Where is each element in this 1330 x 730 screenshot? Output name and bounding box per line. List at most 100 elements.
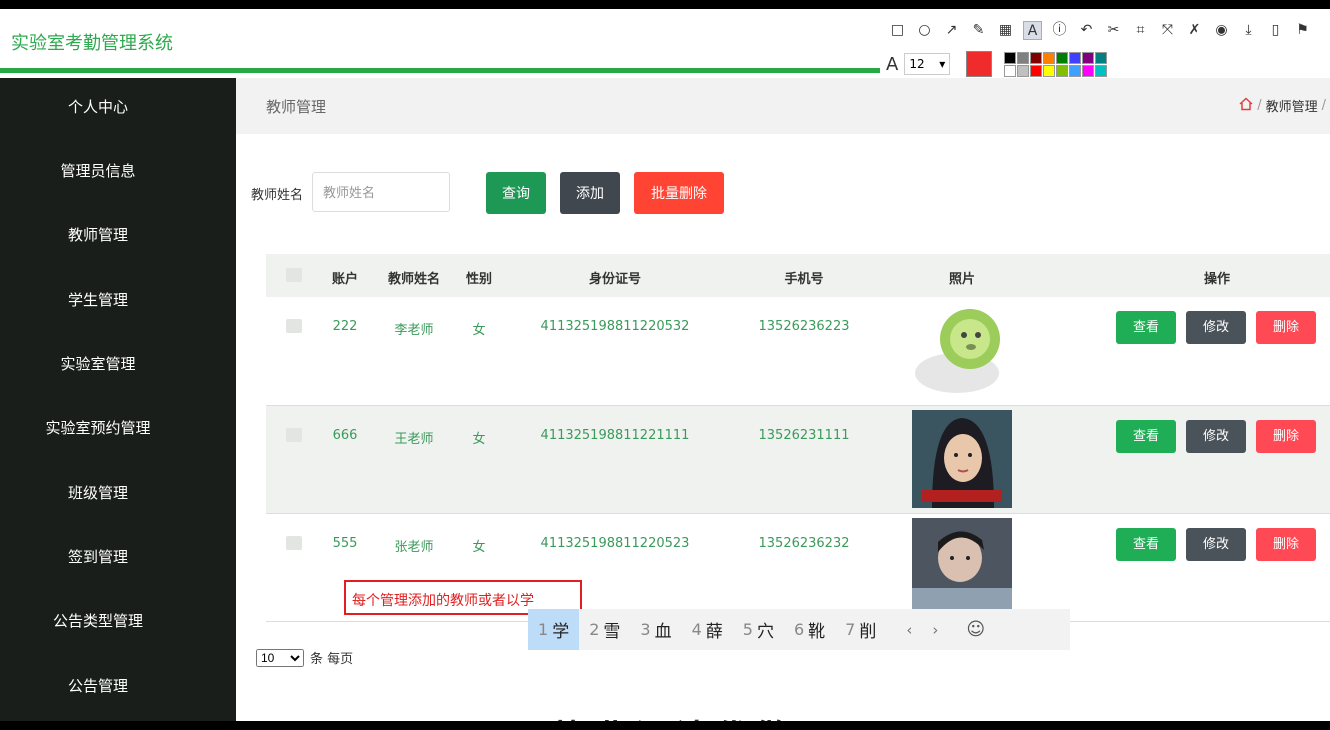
view-button[interactable]: 查看 <box>1116 528 1176 561</box>
color-swatch[interactable] <box>1004 51 1017 64</box>
ime-next-icon[interactable]: › <box>932 621 938 639</box>
row-checkbox[interactable] <box>286 536 302 550</box>
sidebar-item-teacher-management[interactable]: 教师管理 <box>0 224 196 245</box>
text-icon[interactable]: A <box>1023 21 1042 40</box>
select-all-checkbox[interactable] <box>286 268 302 282</box>
ime-candidate[interactable]: 1学 <box>528 609 580 650</box>
copy-icon[interactable]: ▯ <box>1266 21 1285 40</box>
color-swatch[interactable] <box>1017 64 1030 77</box>
ime-candidate[interactable]: 2雪 <box>579 609 630 650</box>
sidebar: 个人中心 管理员信息 教师管理 学生管理 实验室管理 实验室预约管理 班级管理 … <box>0 78 236 721</box>
delete-button[interactable]: 删除 <box>1256 420 1316 453</box>
add-button[interactable]: 添加 <box>560 172 620 214</box>
current-color-swatch[interactable] <box>966 51 993 77</box>
ime-candidate[interactable]: 7削 <box>835 609 886 650</box>
color-swatch[interactable] <box>1095 64 1108 77</box>
annotation-toolbar: □ ○ ↗ ✎ ▦ A ⓘ ↶ ✂ ⌗ ⤧ ✗ ◉ ⤓ ▯ ⚑ A 12 ▾ <box>880 17 1330 77</box>
query-button[interactable]: 查询 <box>486 172 546 214</box>
cell-gender: 女 <box>472 432 486 447</box>
emoji-icon[interactable]: ☺ <box>966 619 985 640</box>
cell-phone: 13526236223 <box>758 319 850 334</box>
rectangle-icon[interactable]: □ <box>888 21 907 40</box>
home-icon[interactable] <box>1239 96 1253 115</box>
color-swatch[interactable] <box>1056 51 1069 64</box>
column-account: 账户 <box>331 272 359 287</box>
bookmark-icon[interactable]: ⚑ <box>1293 21 1312 40</box>
sidebar-item-personal-center[interactable]: 个人中心 <box>0 96 196 117</box>
sidebar-item-class-management[interactable]: 班级管理 <box>0 482 196 503</box>
color-swatch[interactable] <box>1069 64 1082 77</box>
cell-gender: 女 <box>472 540 486 555</box>
edit-button[interactable]: 修改 <box>1186 311 1246 344</box>
cell-account: 222 <box>332 319 358 334</box>
sidebar-item-sign-in[interactable]: 签到管理 <box>0 546 196 567</box>
column-phone: 手机号 <box>784 272 824 287</box>
color-swatch[interactable] <box>1043 64 1056 77</box>
color-swatch[interactable] <box>1082 51 1095 64</box>
app-title: 实验室考勤管理系统 <box>11 33 173 54</box>
search-label: 教师姓名 <box>251 188 304 203</box>
breadcrumb: / 教师管理 / <box>1239 96 1326 115</box>
view-button[interactable]: 查看 <box>1116 311 1176 344</box>
color-swatch[interactable] <box>1056 64 1069 77</box>
delete-button[interactable]: 删除 <box>1256 311 1316 344</box>
sidebar-item-lab-reservation[interactable]: 实验室预约管理 <box>0 417 196 438</box>
teacher-photo <box>912 301 1012 399</box>
arrow-icon[interactable]: ↗ <box>942 21 961 40</box>
color-swatch[interactable] <box>1030 51 1043 64</box>
sidebar-item-lab-management[interactable]: 实验室管理 <box>0 353 196 374</box>
number-icon[interactable]: ⓘ <box>1050 21 1069 40</box>
row-checkbox[interactable] <box>286 319 302 333</box>
cell-phone: 13526231111 <box>758 428 850 443</box>
sidebar-item-notice-type[interactable]: 公告类型管理 <box>0 610 196 631</box>
sidebar-item-notice[interactable]: 公告管理 <box>0 675 196 696</box>
ime-candidate[interactable]: 5穴 <box>733 609 784 650</box>
ellipse-icon[interactable]: ○ <box>915 21 934 40</box>
teacher-name-search-input[interactable] <box>312 172 450 212</box>
color-swatch[interactable] <box>1095 51 1108 64</box>
column-teacher-name: 教师姓名 <box>387 272 441 287</box>
color-swatch[interactable] <box>1043 51 1056 64</box>
color-swatch[interactable] <box>1030 64 1043 77</box>
cell-teacher-name: 王老师 <box>394 432 434 447</box>
pen-icon[interactable]: ✎ <box>969 21 988 40</box>
font-size-select[interactable]: 12 ▾ <box>904 53 951 75</box>
ime-candidate[interactable]: 6靴 <box>784 609 835 650</box>
ocr-icon[interactable]: ⌗ <box>1131 21 1150 40</box>
table-row: 666 王老师 女 411325198811221111 13526231111 <box>266 406 1330 514</box>
color-swatch[interactable] <box>1069 51 1082 64</box>
undo-icon[interactable]: ↶ <box>1077 21 1096 40</box>
color-swatch[interactable] <box>1082 64 1095 77</box>
page-size-select[interactable]: 10 20 50 <box>256 648 304 667</box>
ime-candidate[interactable]: 3血 <box>630 609 681 650</box>
breadcrumb-separator: / <box>1321 98 1326 113</box>
bulk-delete-button[interactable]: 批量删除 <box>634 172 724 214</box>
column-actions: 操作 <box>1203 272 1231 287</box>
sidebar-item-student-management[interactable]: 学生管理 <box>0 289 196 310</box>
table-row: 222 李老师 女 411325198811220532 13526236223 <box>266 297 1330 406</box>
edit-button[interactable]: 修改 <box>1186 528 1246 561</box>
pin-icon[interactable]: ✗ <box>1185 21 1204 40</box>
cut-icon[interactable]: ✂ <box>1104 21 1123 40</box>
color-swatch[interactable] <box>1017 51 1030 64</box>
color-swatch[interactable] <box>1004 64 1017 77</box>
expand-icon[interactable]: ⤧ <box>1158 21 1177 40</box>
row-checkbox[interactable] <box>286 428 302 442</box>
breadcrumb-separator: / <box>1257 98 1262 113</box>
teacher-photo <box>912 518 1012 616</box>
record-icon[interactable]: ◉ <box>1212 21 1231 40</box>
ime-candidate[interactable]: 4薛 <box>682 609 733 650</box>
ime-prev-icon[interactable]: ‹ <box>906 621 912 639</box>
page-size-suffix: 条 每页 <box>310 652 354 667</box>
color-palette <box>1004 51 1108 77</box>
cell-account: 666 <box>332 428 358 443</box>
sidebar-item-admin-info[interactable]: 管理员信息 <box>0 160 196 181</box>
mosaic-icon[interactable]: ▦ <box>996 21 1015 40</box>
delete-button[interactable]: 删除 <box>1256 528 1316 561</box>
cell-gender: 女 <box>472 323 486 338</box>
download-icon[interactable]: ⤓ <box>1239 21 1258 40</box>
edit-button[interactable]: 修改 <box>1186 420 1246 453</box>
ime-candidate-bar: 1学 2雪 3血 4薛 5穴 6靴 7削 ‹ › ☺ <box>528 609 1070 650</box>
view-button[interactable]: 查看 <box>1116 420 1176 453</box>
breadcrumb-item-teacher[interactable]: 教师管理 <box>1266 96 1318 115</box>
